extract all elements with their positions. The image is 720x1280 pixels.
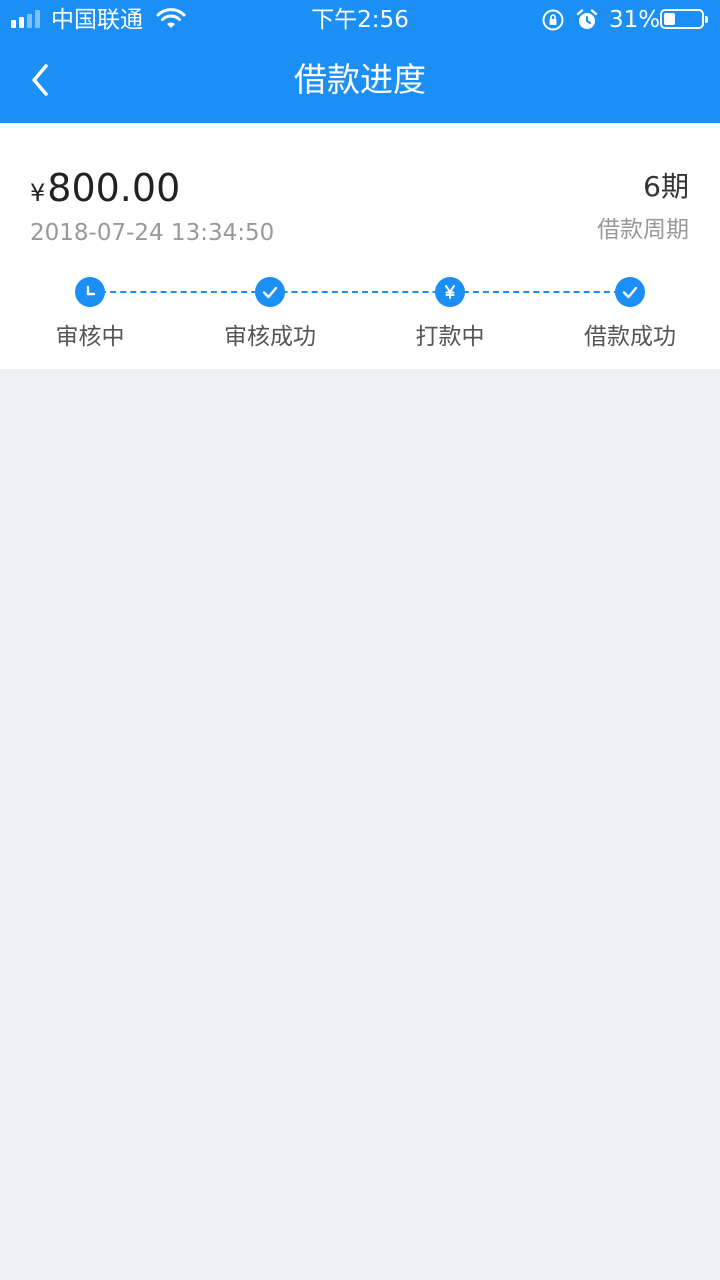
check-icon xyxy=(255,277,285,307)
rotation-lock-icon xyxy=(542,9,564,31)
loan-period-label: 借款周期 xyxy=(597,217,689,243)
loan-amount-value: 800.00 xyxy=(47,166,181,210)
step-review-success: 审核成功 xyxy=(180,277,360,357)
clock-icon xyxy=(75,277,105,307)
step-loan-success: 借款成功 xyxy=(540,277,720,357)
check-icon xyxy=(615,277,645,307)
step-reviewing: 审核中 xyxy=(0,277,180,357)
yen-icon xyxy=(435,277,465,307)
alarm-icon xyxy=(576,9,598,29)
app-header: 中国联通 下午2:56 31% 借款进度 xyxy=(0,0,720,123)
loan-date: 2018-07-24 13:34:50 xyxy=(30,220,275,246)
page-title: 借款进度 xyxy=(294,60,426,99)
loan-period: 6期 xyxy=(643,170,689,203)
status-bar: 中国联通 下午2:56 31% xyxy=(0,0,720,40)
loan-progress-card: ¥800.00 2018-07-24 13:34:50 6期 借款周期 审核中 … xyxy=(0,123,720,369)
battery-icon xyxy=(660,9,708,29)
step-label: 审核中 xyxy=(55,324,125,350)
step-label: 打款中 xyxy=(415,324,485,350)
step-label: 借款成功 xyxy=(584,324,676,350)
battery-level-fill xyxy=(664,13,675,25)
step-paying: 打款中 xyxy=(360,277,540,357)
step-label: 审核成功 xyxy=(224,324,316,350)
empty-content-area xyxy=(0,369,720,1280)
battery-percent: 31% xyxy=(609,7,661,33)
loan-amount: ¥800.00 xyxy=(30,163,180,218)
currency-symbol: ¥ xyxy=(30,179,46,207)
